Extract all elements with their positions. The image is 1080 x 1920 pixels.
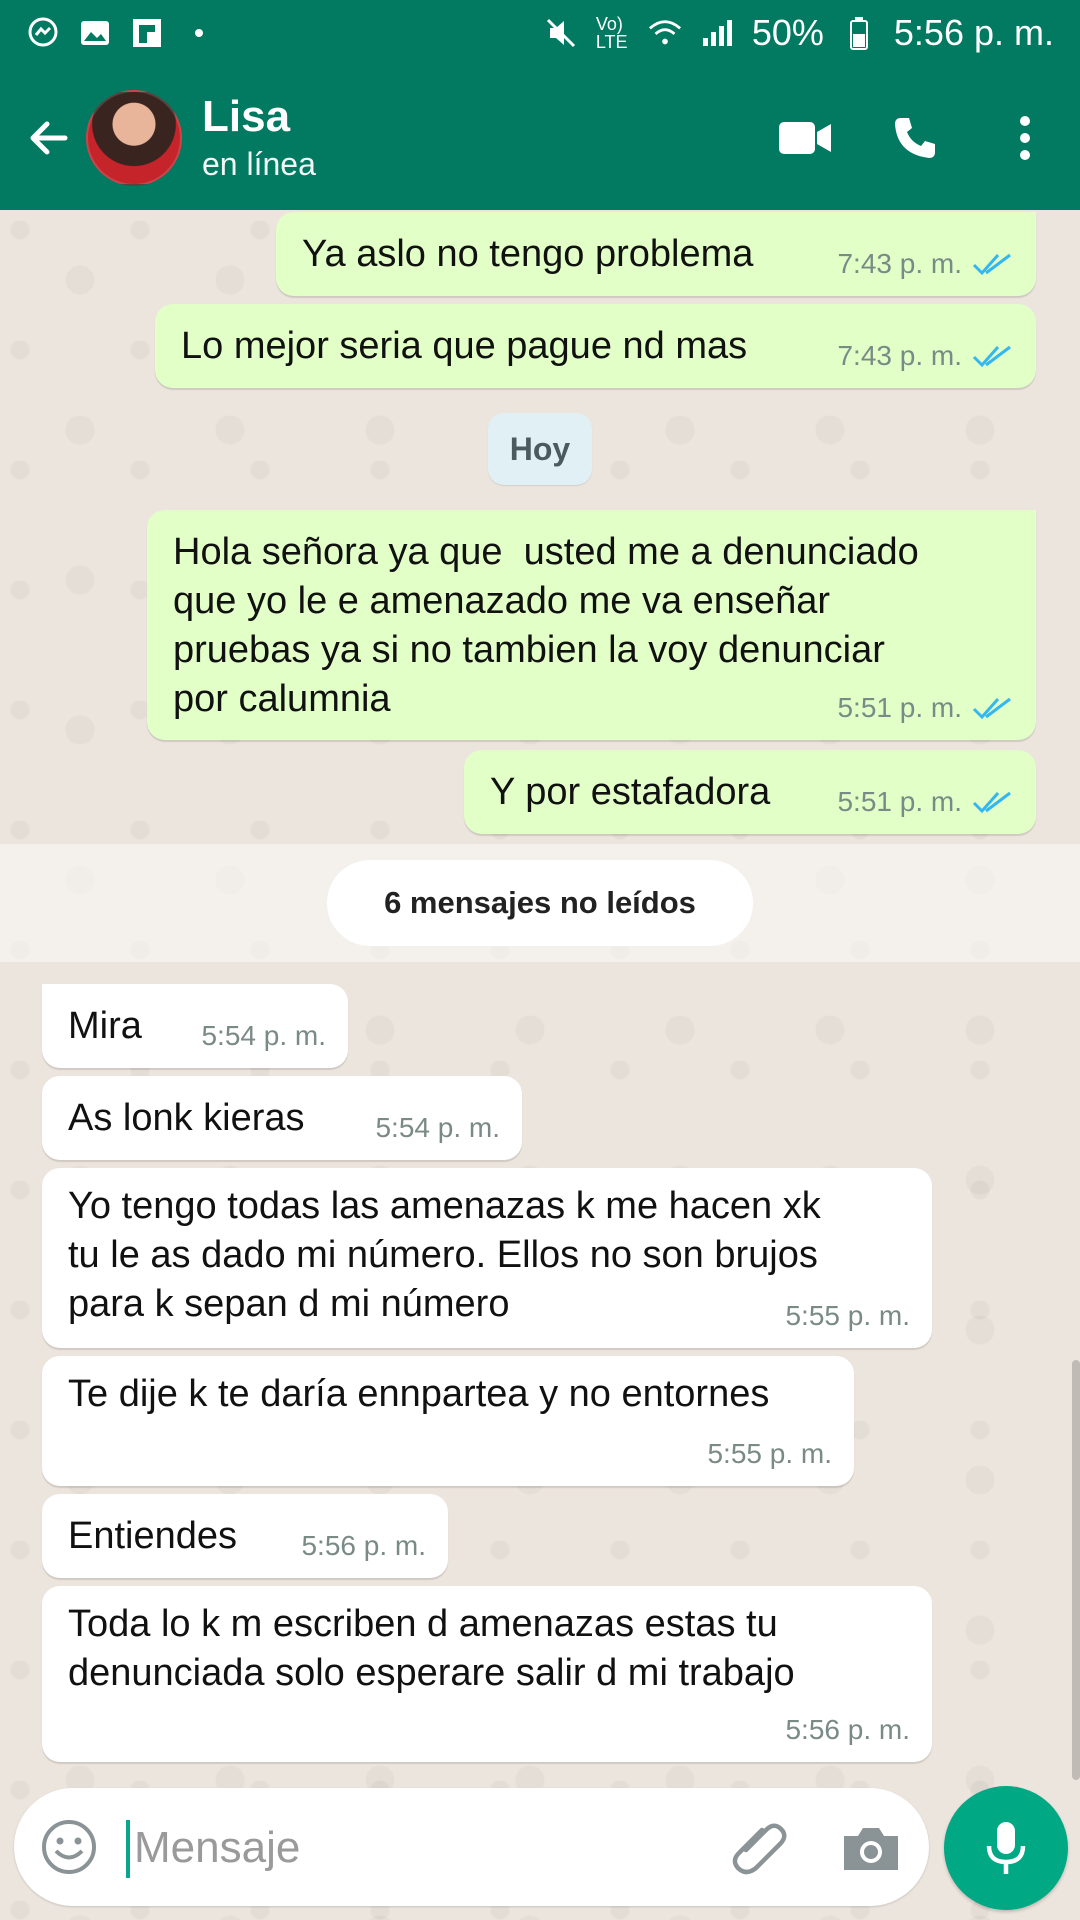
date-separator: Hoy (488, 413, 592, 485)
battery-percent: 50% (751, 12, 824, 53)
camera-icon (844, 1828, 898, 1870)
back-arrow-icon (30, 121, 68, 155)
message-time: 7:43 p. m. (837, 340, 962, 371)
message-text: Te dije k te daría ennpartea y no entorn… (68, 1373, 770, 1415)
message-bubble[interactable]: Yo tengo todas las amenazas k me hacen x… (42, 1168, 932, 1348)
camera-button[interactable] (836, 1814, 906, 1884)
video-call-button[interactable] (750, 83, 860, 193)
signal-icon (700, 16, 734, 50)
phone-icon (895, 118, 935, 158)
message-bubble[interactable]: Y por estafadora 5:51 p. m. (464, 750, 1036, 834)
message-time: 5:56 p. m. (785, 1714, 910, 1745)
more-options-button[interactable] (970, 83, 1080, 193)
contact-status: en línea (202, 146, 316, 182)
emoji-button[interactable] (40, 1818, 98, 1876)
unread-messages-label: 6 mensajes no leídos (327, 860, 753, 946)
message-time: 5:51 p. m. (837, 692, 962, 723)
more-vert-icon (1020, 116, 1030, 160)
message-bubble[interactable]: Ya aslo no tengo problema 7:43 p. m. (276, 212, 1036, 296)
scrollbar[interactable] (1072, 1360, 1080, 1780)
message-bubble[interactable]: Mira 5:54 p. m. (42, 984, 348, 1068)
gallery-icon (78, 16, 112, 50)
message-time: 5:54 p. m. (201, 1020, 326, 1051)
message-time: 5:55 p. m. (785, 1300, 910, 1331)
double-check-icon (972, 791, 1011, 813)
clock: 5:56 p. m. (893, 12, 1054, 53)
attach-button[interactable] (726, 1812, 796, 1882)
text-cursor (126, 1820, 130, 1878)
message-text: Toda lo k m escriben d amenazas estas tu… (68, 1603, 795, 1694)
contact-info[interactable]: Lisa en línea (202, 91, 316, 185)
message-bubble[interactable]: Lo mejor seria que pague nd mas 7:43 p. … (155, 304, 1036, 388)
chat-header: Lisa en línea (0, 66, 1080, 210)
mute-icon (544, 16, 578, 50)
network-label: Vo) LTE (595, 14, 628, 52)
paperclip-icon (732, 1823, 787, 1875)
voice-call-button[interactable] (860, 83, 970, 193)
wifi-icon (648, 16, 682, 50)
message-input[interactable] (132, 1814, 696, 1882)
messenger-icon (26, 16, 60, 50)
message-time: 5:55 p. m. (707, 1438, 832, 1469)
double-check-icon (972, 697, 1011, 719)
flipboard-icon (130, 16, 164, 50)
message-bubble[interactable]: Hola señora ya que usted me a denunciado… (147, 510, 1036, 740)
message-bubble[interactable]: As lonk kieras 5:54 p. m. (42, 1076, 522, 1160)
message-text: Y por estafadora (490, 771, 771, 813)
video-call-icon (779, 122, 831, 154)
battery-icon (842, 16, 876, 50)
message-text: Entiendes (68, 1515, 238, 1557)
avatar[interactable] (86, 90, 182, 186)
message-bubble[interactable]: Toda lo k m escriben d amenazas estas tu… (42, 1586, 932, 1762)
message-text: Yo tengo todas las amenazas k me hacen x… (68, 1185, 821, 1325)
back-button[interactable] (14, 93, 84, 183)
double-check-icon (972, 253, 1011, 275)
notification-dot-icon (182, 16, 216, 50)
message-bubble[interactable]: Te dije k te daría ennpartea y no entorn… (42, 1356, 854, 1486)
contact-name: Lisa (202, 92, 291, 141)
message-time: 5:54 p. m. (375, 1112, 500, 1143)
message-text: Lo mejor seria que pague nd mas (181, 325, 748, 367)
message-time: 5:56 p. m. (301, 1530, 426, 1561)
message-bubble[interactable]: Entiendes 5:56 p. m. (42, 1494, 448, 1578)
double-check-icon (972, 345, 1011, 367)
message-text: Ya aslo no tengo problema (302, 233, 754, 275)
message-text: Mira (68, 1005, 142, 1047)
message-time: 5:51 p. m. (837, 786, 962, 817)
message-composer (14, 1788, 929, 1906)
voice-message-button[interactable] (944, 1786, 1068, 1910)
microphone-icon (986, 1822, 1026, 1874)
emoji-icon (42, 1820, 96, 1874)
message-text: As lonk kieras (68, 1097, 305, 1139)
message-time: 7:43 p. m. (837, 248, 962, 279)
message-text: Hola señora ya que usted me a denunciado… (173, 531, 919, 720)
status-bar: Vo) LTE 50% 5:56 p. m. (0, 0, 1080, 66)
